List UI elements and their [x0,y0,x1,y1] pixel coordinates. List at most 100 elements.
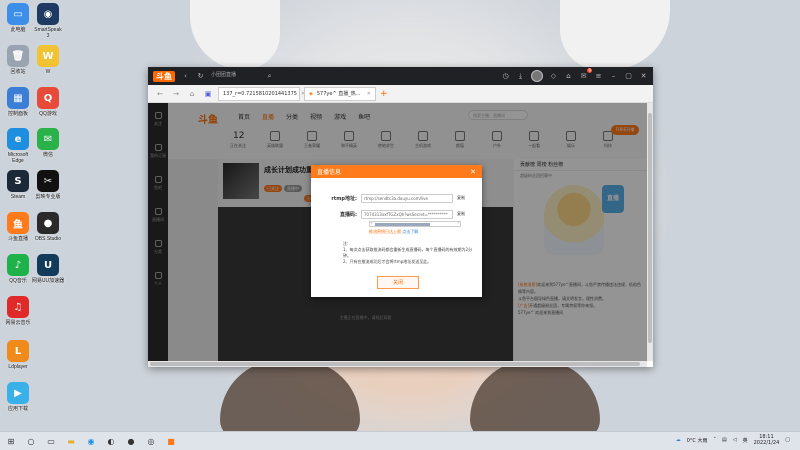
tab-address[interactable]: 137_r=0.7215810201441375 ✕ [218,86,305,101]
download-icon[interactable]: ⤓ [516,72,525,81]
clock[interactable]: 18:11 2022/1/24 [754,434,780,446]
app-taskbar-icon[interactable]: ◎ [146,436,156,446]
tab-stream[interactable]: ◈ 577ye^ 直播_热... ✕ [304,86,376,101]
tray-arrow-icon[interactable]: ˄ [714,437,717,443]
desktop-app-icon: U [37,254,59,276]
refresh-icon[interactable]: ↻ [196,72,205,81]
notification-badge: 9 [587,67,592,73]
key-field[interactable]: 7074313xxfTGZxQh?wsSecret=********** [361,209,453,219]
desktop-app-icon: S [7,170,29,192]
tab-favicon-icon: ◈ [309,90,313,97]
desktop-icon-label: QQ游戏 [39,111,57,117]
rtmp-field[interactable]: rtmp://sendtc3a.douyu.com/live [361,193,453,203]
desktop-icon[interactable]: ◉ SmartSpeak 3 [30,3,66,39]
rtmp-row: rtmp地址: rtmp://sendtc3a.douyu.com/live 复… [319,193,474,203]
title-search-text[interactable]: 小团团直播 [211,71,259,81]
ime-icon[interactable]: 英 [743,437,748,444]
dialog-notes: 注: 1、每次点击获取推流码都会重新生成直播码，每个直播码的有效期为2分钟。 2、只… [343,241,474,265]
volume-icon[interactable]: ◁ [733,437,737,443]
address-text: 137_r=0.7215810201441375 [223,90,297,97]
desktop-icon[interactable]: ✉ 微信 [30,128,66,158]
message-icon[interactable]: ✉ 9 [579,67,592,81]
shirt-icon[interactable]: ⌂ [564,72,573,81]
desktop-icon[interactable]: ✂ 剪映专业版 [30,170,66,200]
menu-icon[interactable]: ≡ [594,72,603,81]
nav-back-icon[interactable]: ← [154,90,166,98]
desktop-app-icon: ✂ [37,170,59,192]
desktop-icon-label: 剪映专业版 [35,194,61,200]
desktop-icon-label: 微信 [42,152,53,158]
desktop-icon[interactable]: U 网易UU加速器 [30,254,66,284]
avatar[interactable] [531,70,543,82]
vertical-scroll-thumb[interactable] [648,113,652,343]
desktop-app-icon: ▶ [7,382,29,404]
learn-more-link[interactable]: 点击了解 [402,229,418,234]
weather-icon[interactable]: ☁ [676,437,681,443]
edge-taskbar-icon[interactable]: ◉ [86,436,96,446]
close-dialog-button[interactable]: 关闭 [377,276,419,289]
dialog-title: 直播信息 [317,169,342,176]
warning-message: 推流密钥已达上限 [369,229,401,234]
file-explorer-icon[interactable]: ▬ [66,436,76,446]
dialog-close-icon[interactable]: ✕ [470,168,476,176]
dialog-note-line: 1、每次点击获取推流码都会重新生成直播码，每个直播码的有效期为2分钟。 [343,247,473,258]
desktop-icon[interactable]: ▶ 应用下载 [0,382,36,412]
steam-taskbar-icon[interactable]: ◐ [106,436,116,446]
dialog-note-line: 2、只有在推流成功后才会将rtmp地址发送至此。 [343,259,432,264]
system-tray: ☁ 0°C 大雨 ˄ ▤ ◁ 英 18:11 2022/1/24 ▢ [676,434,790,446]
skin-icon[interactable]: ◇ [549,72,558,81]
wallpaper-hoodie-right [560,0,670,70]
horizontal-scrollbar[interactable] [148,361,647,367]
live-info-dialog: 直播信息 ✕ rtmp地址: rtmp://sendtc3a.douyu.com… [311,165,482,297]
desktop-icon[interactable]: Q QQ游戏 [30,87,66,117]
desktop-icon-label: W [45,69,51,75]
copy-rtmp-button[interactable]: 复制 [457,195,465,201]
rtmp-label: rtmp地址: [331,195,357,202]
minimize-icon[interactable]: – [609,72,618,81]
scroll-left-icon[interactable]: ‹ [371,220,373,225]
horizontal-scroll-thumb[interactable] [150,362,640,366]
desktop-icon[interactable]: ♫ 网易云音乐 [0,296,36,326]
desktop-icon[interactable]: L Ldplayer [0,340,36,370]
tab-close-icon[interactable]: ✕ [367,91,371,97]
scroll-right-icon[interactable]: › [457,220,459,225]
notification-center-icon[interactable]: ▢ [785,437,790,443]
search-taskbar-icon[interactable]: ○ [26,436,36,446]
start-icon[interactable]: ⊞ [6,436,16,446]
app-logo[interactable]: 斗鱼 [153,70,175,82]
close-icon[interactable]: ✕ [639,72,648,81]
douyu-taskbar-icon[interactable]: ■ [166,436,176,446]
vertical-scrollbar[interactable] [647,103,653,361]
back-icon[interactable]: ‹ [181,72,190,81]
clock-date: 2022/1/24 [753,440,780,446]
obs-taskbar-icon[interactable]: ● [126,436,136,446]
maximize-icon[interactable]: ▢ [624,72,633,81]
desktop-app-icon: ♪ [7,254,29,276]
key-scroll-thumb[interactable] [375,223,430,226]
taskbar: ⊞ ○ ▭ ▬ ◉ ◐ ● ◎ ■ ☁ 0°C 大雨 ˄ ▤ ◁ 英 18:11… [0,431,800,450]
copy-key-button[interactable]: 复制 [457,211,465,217]
new-tab-icon[interactable]: + [380,89,388,99]
desktop-icon-label: Ldplayer [8,364,28,370]
key-row: 直播码: 7074313xxfTGZxQh?wsSecret=*********… [319,209,474,219]
desktop-icon-label: 网易UU加速器 [31,278,65,284]
wallpaper-hair-left [220,360,360,440]
task-view-icon[interactable]: ▭ [46,436,56,446]
desktop-app-icon: 🗑 [7,45,29,67]
favicon-icon: ▣ [204,89,212,98]
tab-bar: ← → ⌂ ▣ 137_r=0.7215810201441375 ✕ ◈ 577… [148,85,653,103]
browser-titlebar: 斗鱼 ‹ ↻ 小团团直播 ⌕ ◷ ⤓ ◇ ⌂ ✉ 9 ≡ – ▢ ✕ [148,67,653,85]
desktop-icon[interactable]: ● OBS Studio [30,212,66,242]
weather-text[interactable]: 0°C 大雨 [687,437,708,444]
nav-forward-icon[interactable]: → [170,90,182,98]
nav-home-icon[interactable]: ⌂ [186,90,198,98]
key-field-scrollbar[interactable]: ‹ › [369,220,461,227]
network-icon[interactable]: ▤ [722,437,727,443]
dialog-header: 直播信息 ✕ [311,165,482,178]
desktop-icon[interactable]: WW [30,45,66,75]
wallpaper-hair-right [470,360,600,440]
desktop-app-icon: ♫ [7,296,29,318]
key-label: 直播码: [340,211,357,218]
search-icon[interactable]: ⌕ [265,72,274,81]
history-icon[interactable]: ◷ [501,72,510,81]
